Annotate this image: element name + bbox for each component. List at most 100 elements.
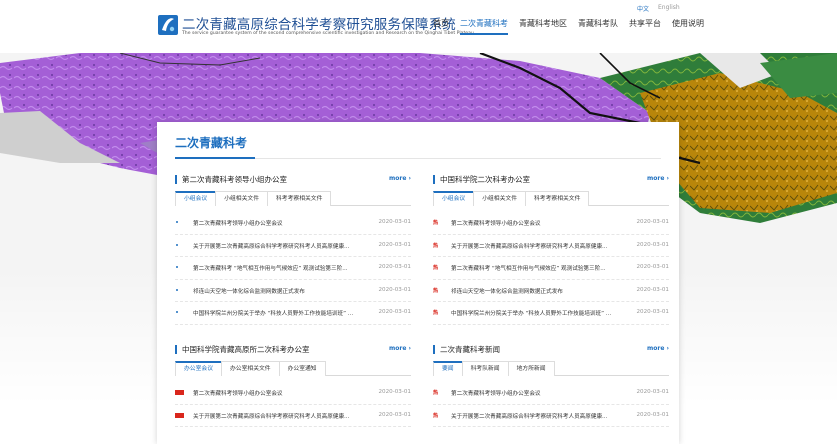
hot-badge: 热 xyxy=(433,242,439,249)
panel-tabs: 办公室会议 办公室相关文件 办公室通知 xyxy=(175,361,411,376)
list-item-title[interactable]: 中国科学院兰州分院关于举办 “科技人员野外工作技能培训班” ... xyxy=(451,309,619,317)
language-switcher: 中文 English xyxy=(637,4,680,13)
main-nav: 首页 二次青藏科考 青藏科考地区 青藏科考队 共享平台 使用说明 xyxy=(433,18,704,35)
list-item[interactable]: 热 关于开展第二次青藏高原综合科学考察研究科考人员高原健康... 2020-03-0… xyxy=(433,405,669,428)
panel-news: 二次青藏科考新闻 more › 要闻 科考队新闻 地方所新闻热 第二次青藏科考领导小组办公… xyxy=(433,344,669,444)
panel-title: 中国科学院青藏高原所二次科考办公室 xyxy=(182,345,310,354)
panel-tab[interactable]: 小组会议 xyxy=(175,191,217,206)
more-link[interactable]: more › xyxy=(389,175,411,182)
card-title-divider xyxy=(175,157,661,159)
logo-icon[interactable] xyxy=(158,14,178,36)
list-item-title[interactable]: 第二次青藏科考领导小组办公室会议 xyxy=(193,389,361,397)
list-item-title[interactable]: 关于开展第二次青藏高原综合科学考察研究科考人员高原健康... xyxy=(451,242,619,250)
nav-item-5[interactable]: 使用说明 xyxy=(672,18,704,35)
panel-cas-office: 中国科学院二次科考办公室 more › 小组会议 小组相关文件 科考考察相关文件热第二次… xyxy=(433,174,669,334)
panel-tab[interactable]: 办公室会议 xyxy=(175,361,222,376)
list-item-title[interactable]: 第二次青藏科考 “地气相互作用与气候效应” 观测试验第三阶... xyxy=(193,264,361,272)
list-item-date: 2020-03-01 xyxy=(378,264,411,271)
panel-tab[interactable]: 要闻 xyxy=(433,361,463,376)
list-item-title[interactable]: 关于开展第二次青藏高原综合科学考察研究科考人员高原健康... xyxy=(193,242,361,250)
panel-title: 第二次青藏科考领导小组办公室 xyxy=(182,175,287,184)
list-item[interactable]: 热 第二次青藏科考领导小组办公室会议 2020-03-01 xyxy=(433,212,669,235)
list-item-title[interactable]: 第二次青藏科考 “地气相互作用与气候效应” 观测试验第三阶... xyxy=(451,264,619,272)
bullet-icon xyxy=(176,288,178,291)
panel-title: 二次青藏科考新闻 xyxy=(440,345,500,354)
list-item-title[interactable]: 祁连山天空地一体化综合监测网数据正式发布 xyxy=(193,287,361,295)
panel-tab[interactable]: 办公室相关文件 xyxy=(221,361,280,376)
panel-leader-office: 第二次青藏科考领导小组办公室 more › 小组会议 小组相关文件 科考考察相关文件第二… xyxy=(175,174,411,334)
list-item-title[interactable]: 关于开展第二次青藏高原综合科学考察研究科考人员高原健康... xyxy=(451,412,619,420)
panel-tabs: 小组会议 小组相关文件 科考考察相关文件 xyxy=(175,191,411,206)
list-item-date: 2020-03-01 xyxy=(378,389,411,395)
nav-item-4[interactable]: 共享平台 xyxy=(629,18,661,35)
panel-tabs: 小组会议 小组相关文件 科考考察相关文件 xyxy=(433,191,669,206)
list-item-title[interactable]: 第二次青藏科考领导小组办公室会议 xyxy=(451,389,619,397)
lang-en-link[interactable]: English xyxy=(658,4,680,13)
nav-item-3[interactable]: 青藏科考队 xyxy=(578,18,618,35)
bullet-icon xyxy=(176,221,178,223)
card-title: 二次青藏科考 xyxy=(175,136,248,150)
panel-list: 第二次青藏科考领导小组办公室会议 2020-03-01 关于开展第二次青藏高原综合科… xyxy=(175,382,411,428)
page: { "header": { "title": "二次青藏高原综合科学考察研究服务… xyxy=(0,0,837,444)
list-item-date: 2020-03-01 xyxy=(378,286,411,293)
list-item-date: 2020-03-01 xyxy=(636,219,669,225)
more-link[interactable]: more › xyxy=(389,345,411,352)
list-item[interactable]: 关于开展第二次青藏高原综合科学考察研究科考人员高原健康... 2020-03-01 xyxy=(175,235,411,258)
nav-item-1[interactable]: 二次青藏科考 xyxy=(460,18,508,35)
more-link[interactable]: more › xyxy=(647,345,669,352)
new-badge-icon xyxy=(175,390,184,395)
panel-tab[interactable]: 科考队新闻 xyxy=(461,361,509,376)
panel-tab[interactable]: 办公室通知 xyxy=(278,361,326,376)
list-item[interactable]: 热 祁连山天空地一体化综合监测网数据正式发布 2020-03-01 xyxy=(433,280,669,303)
hot-badge: 热 xyxy=(433,390,439,396)
hot-badge: 热 xyxy=(433,287,439,294)
list-item[interactable]: 第二次青藏科考 “地气相互作用与气候效应” 观测试验第三阶... 2020-03-… xyxy=(175,257,411,280)
list-item[interactable]: 第二次青藏科考领导小组办公室会议 2020-03-01 xyxy=(175,382,411,405)
list-item-date: 2020-03-01 xyxy=(378,241,411,248)
hot-badge: 热 xyxy=(433,310,439,317)
panel-list: 热第二次青藏科考领导小组办公室会议 2020-03-01 热关于开展第二次青藏高原综… xyxy=(433,382,669,428)
site-subtitle: The service guarantee system of the seco… xyxy=(182,31,474,36)
panel-title-bar xyxy=(175,175,177,184)
nav-item-0[interactable]: 首页 xyxy=(433,18,449,35)
nav-item-2[interactable]: 青藏科考地区 xyxy=(519,18,567,35)
list-item-title[interactable]: 第二次青藏科考领导小组办公室会议 xyxy=(451,219,619,227)
list-item[interactable]: 热 关于开展第二次青藏高原综合科学考察研究科考人员高原健康... 2020-03-0… xyxy=(433,235,669,258)
list-item-title[interactable]: 关于开展第二次青藏高原综合科学考察研究科考人员高原健康... xyxy=(193,412,361,420)
list-item-date: 2020-03-01 xyxy=(636,264,669,271)
bullet-icon xyxy=(176,243,178,246)
list-item-title[interactable]: 中国科学院兰州分院关于举办 “科技人员野外工作技能培训班” ... xyxy=(193,309,361,317)
site-title[interactable]: 二次青藏高原综合科学考察研究服务保障系统 xyxy=(182,13,456,33)
new-badge-icon xyxy=(175,412,184,418)
hot-badge: 热 xyxy=(433,412,439,419)
panel-title-bar xyxy=(433,345,435,354)
panel-title: 中国科学院二次科考办公室 xyxy=(440,175,530,184)
panel-tab[interactable]: 科考考察相关文件 xyxy=(267,191,332,206)
list-item-date: 2020-03-01 xyxy=(636,411,669,418)
panel-tab[interactable]: 科考考察相关文件 xyxy=(525,191,590,206)
list-item[interactable]: 第二次青藏科考领导小组办公室会议 2020-03-01 xyxy=(175,212,411,235)
lang-zh-link[interactable]: 中文 xyxy=(637,4,649,13)
list-item[interactable]: 热 第二次青藏科考 “地气相互作用与气候效应” 观测试验第三阶... 2020-03… xyxy=(433,257,669,280)
list-item-date: 2020-03-01 xyxy=(636,241,669,248)
list-item-date: 2020-03-01 xyxy=(378,411,411,418)
more-link[interactable]: more › xyxy=(647,175,669,182)
panel-title-bar xyxy=(433,175,435,184)
list-item[interactable]: 关于开展第二次青藏高原综合科学考察研究科考人员高原健康... 2020-03-01 xyxy=(175,405,411,428)
bullet-icon xyxy=(176,266,178,269)
panel-tab[interactable]: 小组相关文件 xyxy=(215,191,268,206)
panel-tab[interactable]: 小组相关文件 xyxy=(473,191,526,206)
list-item-title[interactable]: 祁连山天空地一体化综合监测网数据正式发布 xyxy=(451,287,619,295)
panel-tab[interactable]: 地方所新闻 xyxy=(507,361,555,376)
list-item-date: 2020-03-01 xyxy=(636,389,669,395)
list-item[interactable]: 热 中国科学院兰州分院关于举办 “科技人员野外工作技能培训班” ... 2020-0… xyxy=(433,302,669,325)
panel-tab[interactable]: 小组会议 xyxy=(433,191,475,206)
list-item[interactable]: 中国科学院兰州分院关于举办 “科技人员野外工作技能培训班” ... 2020-03… xyxy=(175,302,411,325)
content-card: 二次青藏科考 第二次青藏科考领导小组办公室 more › 小组会议 小组相关文件 科考考… xyxy=(157,122,679,444)
list-item-date: 2020-03-01 xyxy=(636,286,669,293)
hot-badge: 热 xyxy=(433,265,439,272)
list-item-title[interactable]: 第二次青藏科考领导小组办公室会议 xyxy=(193,219,361,227)
list-item[interactable]: 祁连山天空地一体化综合监测网数据正式发布 2020-03-01 xyxy=(175,280,411,303)
bullet-icon xyxy=(176,311,178,314)
list-item[interactable]: 热 第二次青藏科考领导小组办公室会议 2020-03-01 xyxy=(433,382,669,405)
